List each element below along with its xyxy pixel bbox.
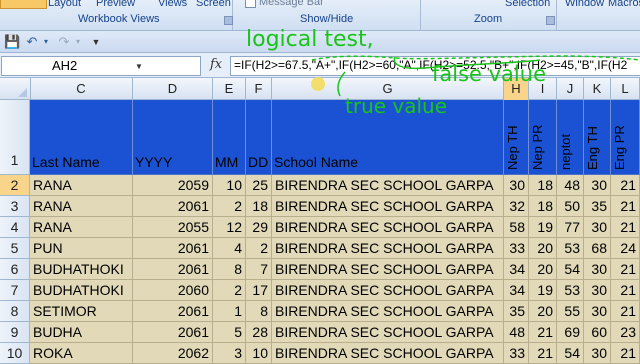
annotation-arrow xyxy=(337,71,346,97)
annotation-false-value: false value xyxy=(432,62,546,86)
annotation-true-value: true value xyxy=(345,94,448,118)
annotation-underline xyxy=(311,55,640,61)
annotation-overlay xyxy=(311,55,640,97)
cursor-highlight-icon xyxy=(311,77,325,91)
annotation-logical-test: logical test, xyxy=(246,27,374,52)
